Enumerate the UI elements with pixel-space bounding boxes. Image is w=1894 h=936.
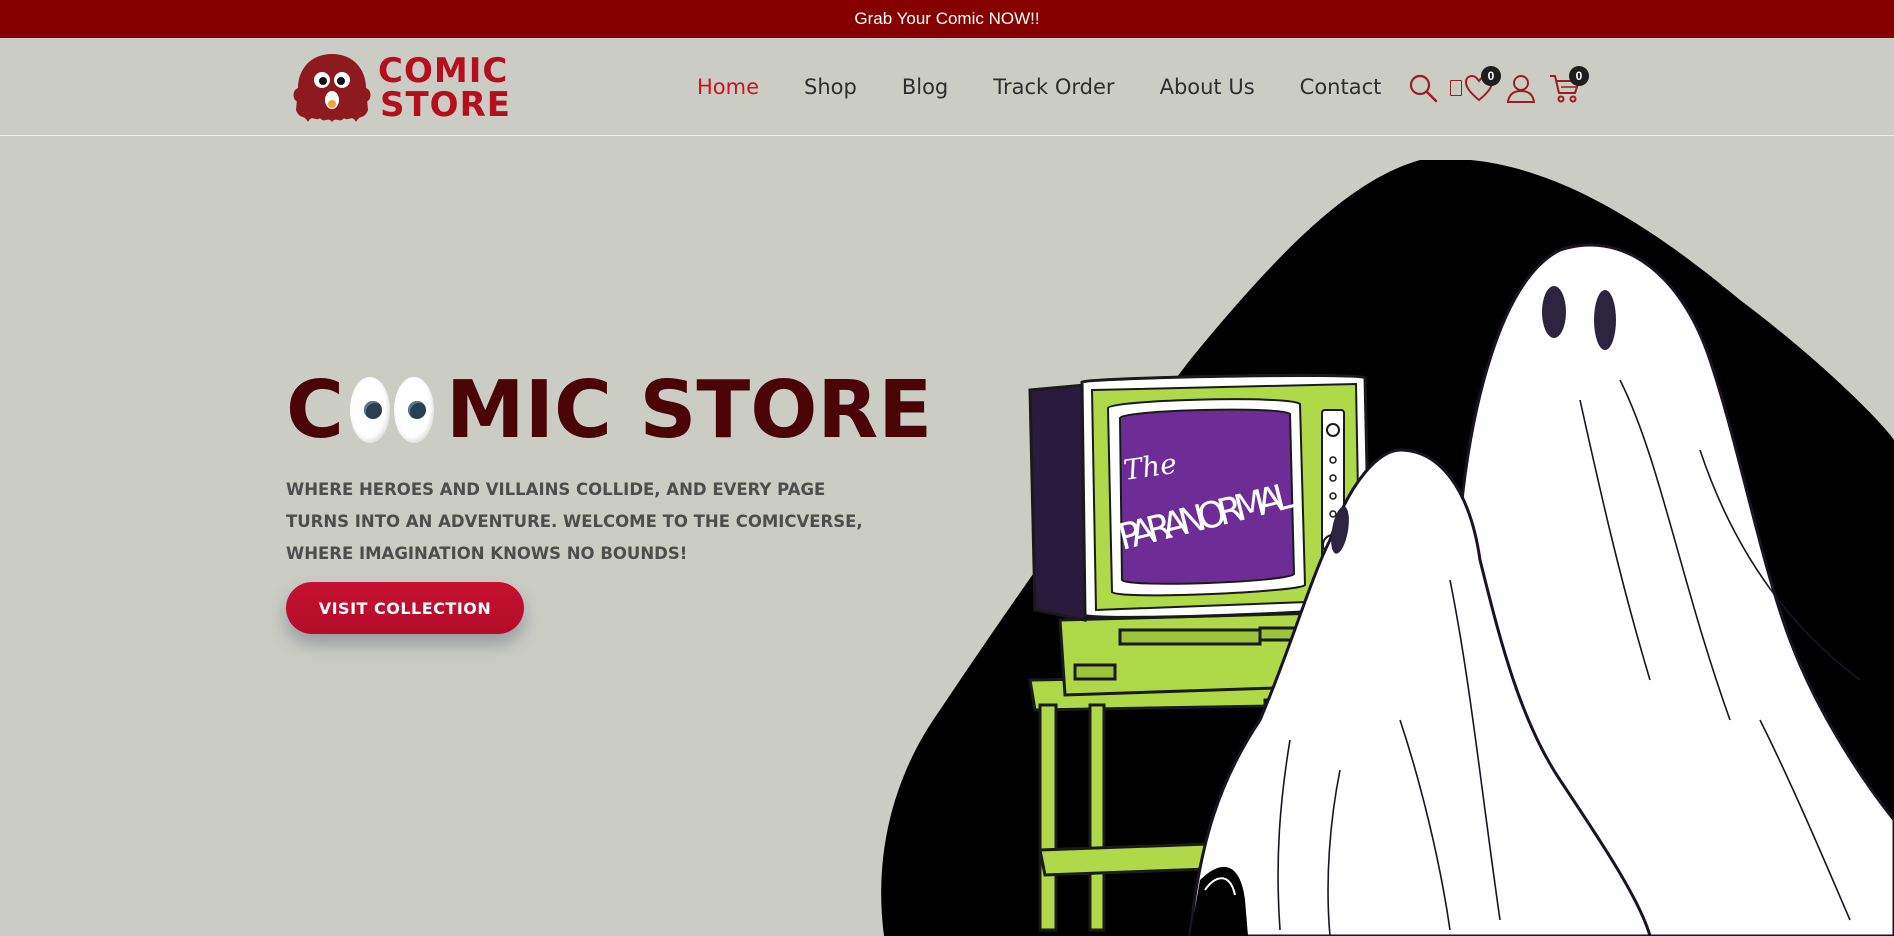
- eye-right-icon: [393, 377, 434, 443]
- eye-left-icon: [349, 377, 390, 443]
- site-logo[interactable]: COMIC STORE: [290, 50, 510, 126]
- nav-contact[interactable]: Contact: [1300, 75, 1382, 99]
- visit-collection-button[interactable]: VISIT COLLECTION: [286, 582, 524, 634]
- announcement-bar: Grab Your Comic NOW!!: [0, 0, 1894, 38]
- ghost-mascot-icon: [293, 54, 371, 122]
- wishlist-button[interactable]: 0: [1449, 66, 1501, 106]
- nav-shop[interactable]: Shop: [804, 75, 857, 99]
- header-icons: 0 0: [1405, 66, 1591, 110]
- search-button[interactable]: [1405, 70, 1441, 106]
- hero-title: C MIC STORE: [286, 362, 932, 458]
- logo-wordmark: COMIC STORE: [378, 54, 511, 122]
- site-header: COMIC STORE Home Shop Blog Track Order A…: [0, 38, 1894, 136]
- tv-side: [1028, 383, 1087, 622]
- cart-count-badge: 0: [1569, 66, 1589, 86]
- nav-track-order[interactable]: Track Order: [993, 75, 1114, 99]
- search-icon: [1409, 74, 1438, 103]
- logo-line-2: STORE: [380, 85, 511, 125]
- nav-home[interactable]: Home: [697, 75, 759, 99]
- cart-button[interactable]: 0: [1547, 66, 1589, 106]
- hero-title-start: C: [286, 364, 344, 456]
- nav-about-us[interactable]: About Us: [1160, 75, 1255, 99]
- main-nav: Home Shop Blog Track Order About Us Cont…: [697, 38, 1426, 136]
- nav-blog[interactable]: Blog: [902, 75, 948, 99]
- wishlist-count-badge: 0: [1481, 66, 1501, 86]
- hero-illustration: The PARANORMAL: [881, 160, 1894, 936]
- placeholder-glyph-icon: [1450, 80, 1462, 96]
- announcement-text: Grab Your Comic NOW!!: [854, 9, 1040, 28]
- user-icon: [1506, 75, 1536, 103]
- account-button[interactable]: [1503, 70, 1539, 106]
- hero-subtitle: WHERE HEROES AND VILLAINS COLLIDE, AND E…: [286, 480, 863, 563]
- eyes-icon: [349, 377, 438, 443]
